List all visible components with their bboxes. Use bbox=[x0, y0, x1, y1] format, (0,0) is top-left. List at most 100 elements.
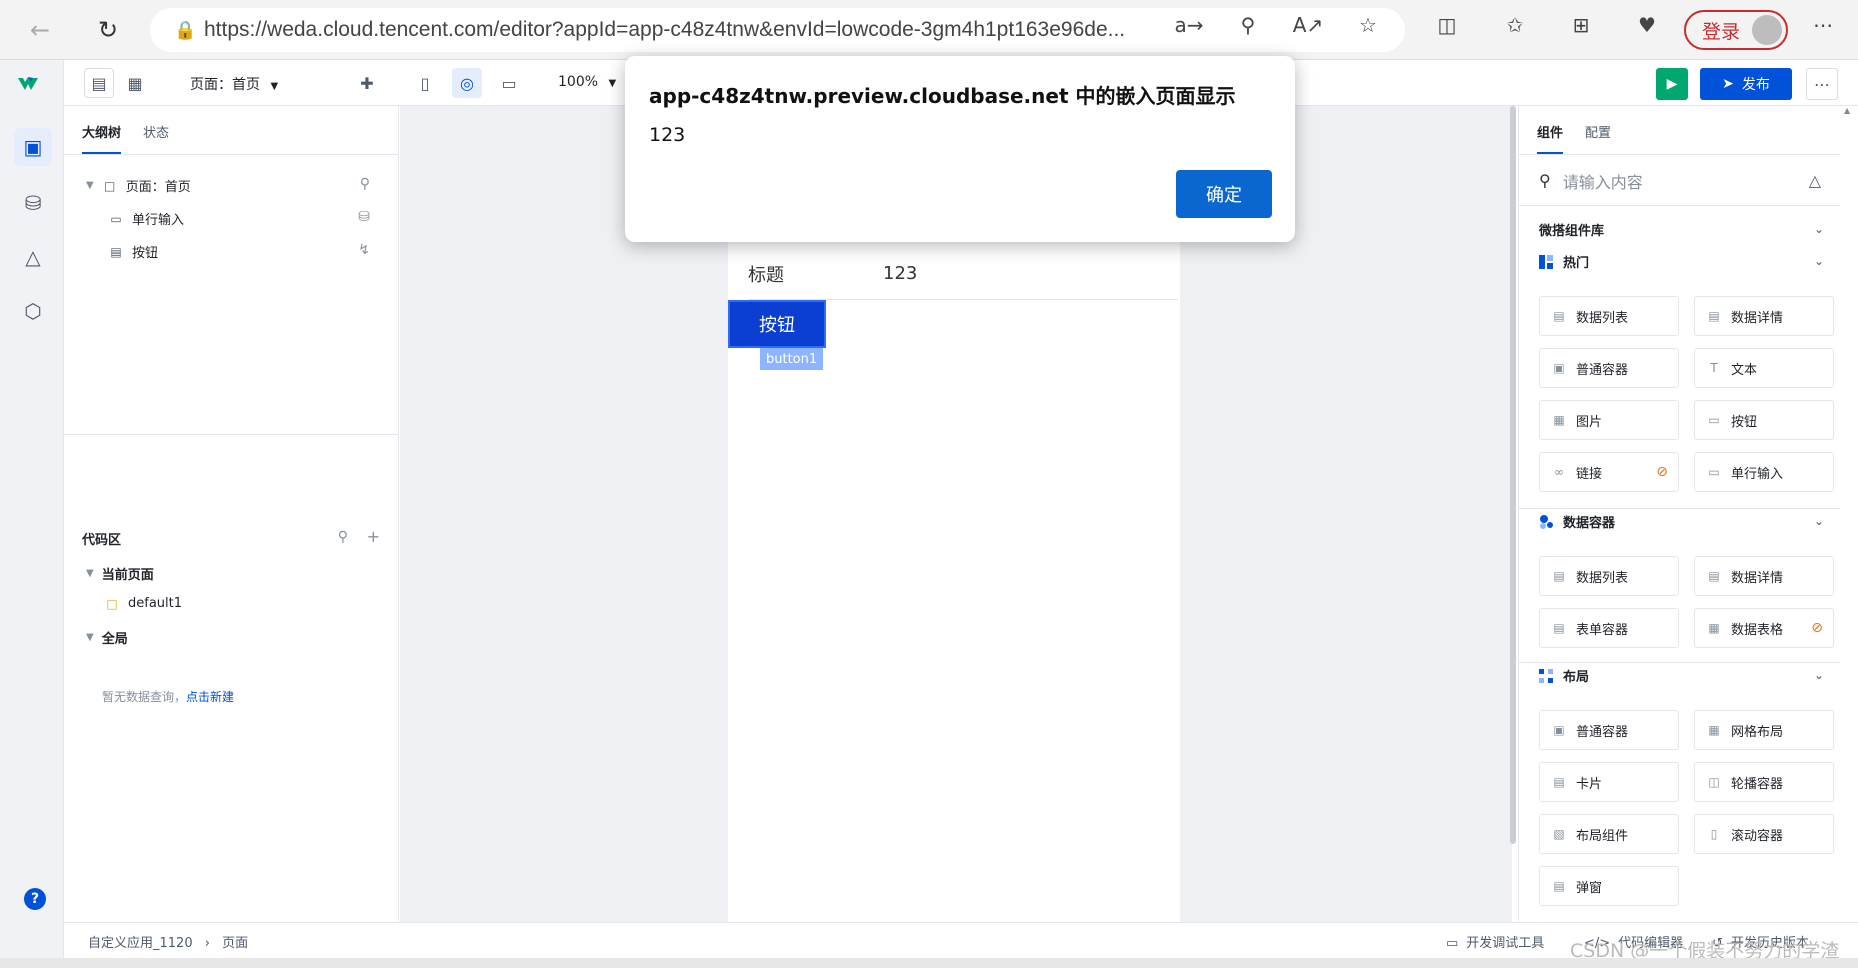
component-label: 普通容器 bbox=[1576, 724, 1629, 740]
canvas-button[interactable]: 按钮 bbox=[728, 300, 826, 348]
layout-view-icon[interactable]: ▦ bbox=[120, 68, 150, 98]
component-card[interactable]: ▭ 单行输入 bbox=[1694, 452, 1834, 492]
component-label: 数据列表 bbox=[1576, 310, 1629, 326]
section-hot[interactable]: 热门 bbox=[1539, 252, 1589, 271]
tab-config[interactable]: 配置 bbox=[1585, 106, 1611, 154]
chevron-down-icon: ▼ bbox=[270, 81, 279, 92]
canvas-scrollbar[interactable] bbox=[1510, 106, 1516, 844]
dev-tools-button[interactable]: ▭ 开发调试工具 bbox=[1446, 932, 1544, 951]
preview-run-button[interactable]: ▶ bbox=[1656, 68, 1688, 100]
form-value[interactable]: 123 bbox=[883, 263, 917, 284]
page-selector[interactable]: 页面：首页 ▼ bbox=[190, 74, 278, 94]
dialog-ok-button[interactable]: 确定 bbox=[1176, 170, 1272, 218]
caret-down-icon: ▼ bbox=[86, 632, 94, 643]
add-code-icon[interactable]: + bbox=[367, 527, 380, 546]
send-icon: ➤ bbox=[1722, 76, 1734, 92]
add-page-icon[interactable]: ✚ bbox=[352, 68, 382, 98]
chevron-down-icon[interactable]: ⌄ bbox=[1814, 668, 1824, 682]
split-screen-icon[interactable]: ◫ bbox=[1432, 10, 1462, 40]
breadcrumb-app[interactable]: 自定义应用_1120 bbox=[88, 936, 193, 951]
component-search[interactable]: ⚲ 请输入内容 △ bbox=[1519, 156, 1841, 206]
help-icon[interactable]: ? bbox=[24, 888, 46, 910]
desktop-view-icon[interactable]: ▭ bbox=[494, 68, 524, 98]
image-icon: ▦ bbox=[1553, 413, 1565, 427]
component-card[interactable]: ▦ 图片 bbox=[1539, 400, 1679, 440]
component-card[interactable]: ▦ 数据表格 ⊘ bbox=[1694, 608, 1834, 648]
tab-outline[interactable]: 大纲树 bbox=[82, 106, 122, 154]
caret-down-icon: ▼ bbox=[86, 180, 94, 191]
component-card[interactable]: ▤ 数据详情 bbox=[1694, 556, 1834, 596]
section-layout[interactable]: 布局 bbox=[1539, 666, 1589, 685]
breadcrumb-page[interactable]: 页面 bbox=[222, 936, 248, 951]
mobile-view-icon[interactable]: ▯ bbox=[410, 68, 440, 98]
container-icon: ▣ bbox=[1553, 361, 1565, 375]
section-data-container[interactable]: 数据容器 bbox=[1539, 512, 1615, 531]
code-search-icon[interactable]: ⚲ bbox=[338, 529, 348, 545]
monitor-icon: ▭ bbox=[1446, 936, 1459, 951]
component-label: 表单容器 bbox=[1576, 622, 1629, 638]
tree-item-page[interactable]: ▼ □ 页面：首页 bbox=[86, 176, 191, 196]
chevron-down-icon[interactable]: ⌄ bbox=[1814, 222, 1824, 236]
rail-components-icon[interactable]: △ bbox=[14, 238, 52, 276]
component-card[interactable]: ◫ 轮播容器 bbox=[1694, 762, 1834, 802]
tree-item-button[interactable]: ▤ 按钮 bbox=[108, 242, 158, 262]
tab-state[interactable]: 状态 bbox=[143, 106, 169, 154]
code-group-global[interactable]: ▼ 全局 bbox=[86, 628, 128, 647]
publish-button[interactable]: ➤ 发布 bbox=[1700, 68, 1792, 100]
component-card[interactable]: ▤ 卡片 bbox=[1539, 762, 1679, 802]
component-card[interactable]: ▣ 普通容器 bbox=[1539, 710, 1679, 750]
zoom-selector[interactable]: 100% ▼ bbox=[558, 74, 616, 90]
collections-icon[interactable]: ⊞ bbox=[1566, 10, 1596, 40]
component-category-icon[interactable]: △ bbox=[1809, 171, 1821, 190]
back-icon[interactable]: ← bbox=[22, 12, 58, 48]
publish-label: 发布 bbox=[1741, 77, 1770, 93]
zoom-out-icon[interactable]: ⚲ bbox=[1233, 10, 1263, 40]
weda-logo-icon bbox=[18, 77, 38, 90]
chevron-down-icon[interactable]: ⌄ bbox=[1814, 514, 1824, 528]
event-bolt-icon: ↯ bbox=[358, 242, 370, 258]
more-icon[interactable]: ⋯ bbox=[1808, 10, 1838, 40]
component-card[interactable]: ▤ 数据列表 bbox=[1539, 296, 1679, 336]
component-card[interactable]: ▧ 布局组件 bbox=[1539, 814, 1679, 854]
component-card[interactable]: ▤ 弹窗 bbox=[1539, 866, 1679, 906]
login-button[interactable]: 登录 bbox=[1684, 10, 1788, 50]
rail-outline-icon[interactable]: ▣ bbox=[14, 128, 52, 166]
component-card[interactable]: ▯ 滚动容器 bbox=[1694, 814, 1834, 854]
rail-settings-icon[interactable]: ⬡ bbox=[14, 292, 52, 330]
health-icon[interactable]: ♥ bbox=[1632, 10, 1662, 40]
right-panel-scrollbar[interactable]: ▲ bbox=[1840, 106, 1858, 922]
component-card[interactable]: ▣ 普通容器 bbox=[1539, 348, 1679, 388]
detail-icon: ▤ bbox=[1708, 309, 1720, 323]
mini-program-view-icon[interactable]: ◎ bbox=[452, 68, 482, 98]
component-card[interactable]: T 文本 bbox=[1694, 348, 1834, 388]
create-link[interactable]: 点击新建 bbox=[186, 690, 234, 704]
component-card[interactable]: ∞ 链接 ⊘ bbox=[1539, 452, 1679, 492]
address-bar[interactable]: 🔒 https://weda.cloud.tencent.com/editor?… bbox=[150, 8, 1405, 52]
refresh-icon[interactable]: ↻ bbox=[90, 12, 126, 48]
tree-item-label: 页面：首页 bbox=[125, 180, 191, 195]
scroll-icon: ▯ bbox=[1710, 827, 1718, 841]
read-aloud-icon[interactable]: A↗ bbox=[1293, 10, 1323, 40]
dialog-message: 123 bbox=[649, 124, 686, 146]
component-card[interactable]: ▭ 按钮 bbox=[1694, 400, 1834, 440]
tree-item-input[interactable]: ▭ 单行输入 bbox=[108, 209, 184, 229]
component-card[interactable]: ▦ 网格布局 bbox=[1694, 710, 1834, 750]
component-card[interactable]: ▤ 数据列表 bbox=[1539, 556, 1679, 596]
translate-icon[interactable]: a→ bbox=[1174, 10, 1204, 40]
search-icon[interactable]: ⚲ bbox=[360, 176, 370, 192]
rail-database-icon[interactable]: ⛁ bbox=[14, 184, 52, 222]
favorites-icon[interactable]: ✩ bbox=[1500, 10, 1530, 40]
favorite-icon[interactable]: ☆ bbox=[1353, 10, 1383, 40]
search-input[interactable]: 请输入内容 bbox=[1563, 169, 1643, 193]
component-card[interactable]: ▤ 数据详情 bbox=[1694, 296, 1834, 336]
scroll-up-icon[interactable]: ▲ bbox=[1844, 106, 1850, 115]
more-options-button[interactable]: ⋯ bbox=[1806, 68, 1838, 100]
form-input-row[interactable]: 标题 123 bbox=[748, 248, 1178, 300]
page-view-icon[interactable]: ▤ bbox=[84, 68, 114, 98]
list-icon: ▤ bbox=[1553, 569, 1565, 583]
component-card[interactable]: ▤ 表单容器 bbox=[1539, 608, 1679, 648]
code-file-item[interactable]: □ default1 bbox=[104, 596, 182, 611]
tab-components[interactable]: 组件 bbox=[1537, 106, 1564, 154]
chevron-down-icon[interactable]: ⌄ bbox=[1814, 254, 1824, 268]
code-group-current-page[interactable]: ▼ 当前页面 bbox=[86, 564, 154, 583]
